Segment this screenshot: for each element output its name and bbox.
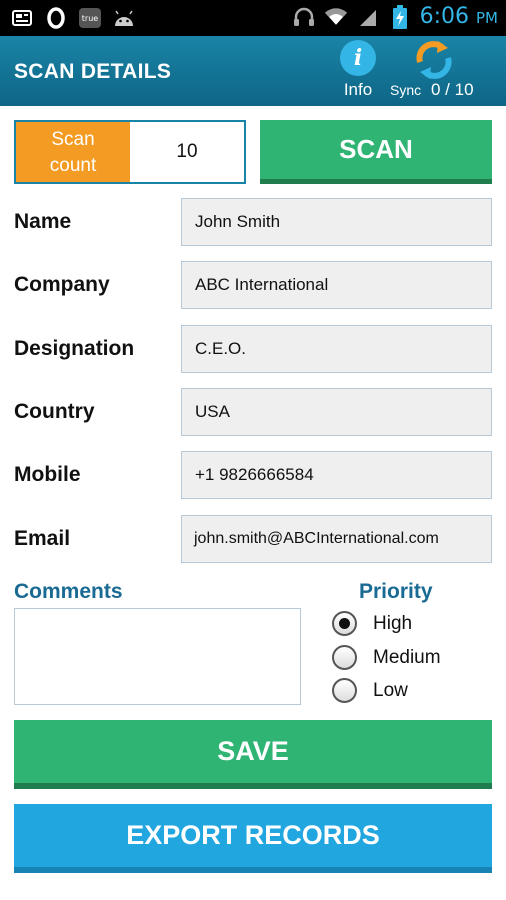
true-app-icon: true — [78, 6, 102, 30]
signal-icon — [356, 5, 380, 29]
status-bar: true 6:06 PM — [0, 0, 506, 36]
comments-input[interactable] — [14, 608, 301, 705]
radio-unselected-icon[interactable] — [332, 645, 357, 670]
company-field[interactable]: ABC International — [181, 261, 492, 309]
designation-field[interactable]: C.E.O. — [181, 325, 492, 373]
headset-icon — [292, 5, 316, 29]
android-icon — [112, 6, 136, 30]
export-records-button[interactable]: EXPORT RECORDS — [14, 804, 492, 873]
wifi-icon — [324, 5, 348, 29]
opera-icon — [44, 6, 68, 30]
email-field[interactable]: john.smith@ABCInternational.com — [181, 515, 492, 563]
country-field[interactable]: USA — [181, 388, 492, 436]
clock: 6:06 PM — [419, 4, 498, 29]
scan-button[interactable]: SCAN — [260, 120, 492, 184]
info-button[interactable]: i Info — [336, 40, 380, 100]
info-label: Info — [343, 80, 373, 99]
designation-label: Designation — [14, 337, 135, 360]
info-icon: i — [340, 40, 376, 76]
sync-icon — [416, 41, 452, 79]
comments-label: Comments — [14, 580, 123, 603]
sync-button[interactable] — [412, 38, 456, 82]
priority-option-medium[interactable]: Medium — [332, 645, 441, 670]
battery-charging-icon — [388, 4, 412, 29]
priority-label: Priority — [359, 580, 433, 603]
priority-option-high[interactable]: High — [332, 611, 412, 636]
radio-unselected-icon[interactable] — [332, 678, 357, 703]
page-title: SCAN DETAILS — [14, 60, 172, 83]
mobile-field[interactable]: +1 9826666584 — [181, 451, 492, 499]
radio-selected-icon[interactable] — [332, 611, 357, 636]
scan-count-box: Scan count 10 — [14, 120, 246, 184]
scan-count-field[interactable]: 10 — [130, 122, 244, 182]
news-icon — [10, 6, 34, 30]
svg-text:true: true — [82, 14, 98, 23]
company-label: Company — [14, 273, 110, 296]
app-header: SCAN DETAILS i Info Sync 0 / 10 — [0, 36, 506, 106]
name-field[interactable]: John Smith — [181, 198, 492, 246]
sync-label: Sync — [390, 82, 422, 98]
priority-option-low[interactable]: Low — [332, 678, 408, 703]
save-button[interactable]: SAVE — [14, 720, 492, 789]
sync-count: 0 / 10 — [431, 80, 474, 99]
country-label: Country — [14, 400, 95, 423]
mobile-label: Mobile — [14, 463, 81, 486]
scan-count-label: Scan count — [16, 122, 130, 182]
name-label: Name — [14, 210, 72, 233]
email-label: Email — [14, 527, 71, 550]
